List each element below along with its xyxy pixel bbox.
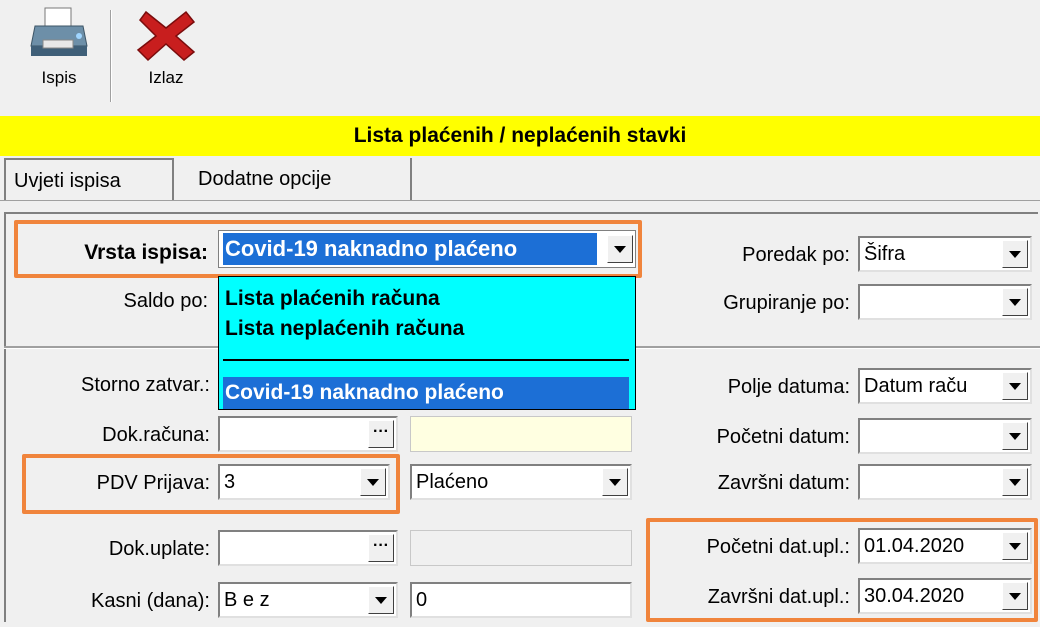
grupiranje-po-label: Grupiranje po: [723, 292, 850, 314]
dok-racuna-desc [410, 416, 632, 452]
dok-racuna-field[interactable]: ··· [218, 416, 398, 452]
pocetni-dat-upl-value: 01.04.2020 [864, 535, 965, 557]
kasni-dana-value: B e z [224, 589, 270, 611]
vrsta-ispisa-select[interactable]: Covid-19 naknadno plaćeno [218, 230, 636, 268]
pocetni-datum-label: Početni datum: [716, 426, 850, 448]
page-title: Lista plaćenih / neplaćenih stavki [0, 116, 1040, 156]
grupiranje-po-select[interactable] [858, 284, 1032, 320]
chevron-down-icon[interactable] [607, 235, 633, 263]
kasni-dana-input[interactable]: 0 [410, 582, 632, 618]
placeno-value: Plaćeno [416, 471, 489, 493]
kasni-num-value: 0 [416, 589, 428, 611]
vrsta-ispisa-value: Covid-19 naknadno plaćeno [223, 233, 597, 265]
dok-uplate-label: Dok.uplate: [108, 538, 210, 560]
option-covid-19[interactable]: Covid-19 naknadno plaćeno [223, 377, 629, 409]
placeno-select[interactable]: Plaćeno [410, 464, 632, 500]
poredak-po-select[interactable]: Šifra [858, 236, 1032, 272]
chevron-down-icon[interactable] [1002, 582, 1028, 610]
polje-datuma-value: Datum raču [864, 375, 968, 397]
polje-datuma-label: Polje datuma: [727, 376, 850, 398]
chevron-down-icon[interactable] [1002, 422, 1028, 450]
tab-uvjeti-ispisa[interactable]: Uvjeti ispisa [4, 158, 174, 200]
dok-racuna-label: Dok.računa: [102, 424, 210, 446]
tab-dodatne-opcije[interactable]: Dodatne opcije [190, 158, 412, 200]
vrsta-ispisa-label: Vrsta ispisa: [84, 241, 208, 264]
print-button[interactable]: Ispis [14, 6, 104, 102]
pocetni-dat-upl-label: Početni dat.upl.: [706, 536, 850, 558]
storno-zatvar-label: Storno zatvar.: [81, 374, 210, 396]
zavrsni-dat-upl-label: Završni dat.upl.: [707, 586, 850, 608]
dok-uplate-field[interactable]: ··· [218, 530, 398, 566]
chevron-down-icon[interactable] [360, 468, 386, 496]
saldo-po-label: Saldo po: [123, 290, 208, 312]
polje-datuma-select[interactable]: Datum raču [858, 368, 1032, 404]
printer-icon [30, 7, 88, 56]
option-lista-neplacenih[interactable]: Lista neplaćenih računa [225, 317, 464, 341]
option-lista-placenih[interactable]: Lista plaćenih računa [225, 287, 440, 311]
vrsta-ispisa-dropdown-list: Lista plaćenih računa Lista neplaćenih r… [218, 276, 636, 410]
pocetni-dat-upl-select[interactable]: 01.04.2020 [858, 528, 1032, 564]
kasni-dana-label: Kasni (dana): [91, 590, 210, 612]
dropdown-separator [223, 359, 629, 361]
zavrsni-datum-label: Završni datum: [717, 472, 850, 494]
zavrsni-datum-select[interactable] [858, 464, 1032, 500]
tab-divider [0, 200, 1040, 201]
kasni-dana-select[interactable]: B e z [218, 582, 398, 618]
lookup-button[interactable]: ··· [368, 420, 394, 448]
dok-uplate-desc [410, 530, 632, 566]
chevron-down-icon[interactable] [1002, 288, 1028, 316]
pdv-prijava-value: 3 [224, 471, 236, 493]
zavrsni-dat-upl-select[interactable]: 30.04.2020 [858, 578, 1032, 614]
chevron-down-icon[interactable] [1002, 240, 1028, 268]
exit-label: Izlaz [148, 68, 184, 87]
print-label: Ispis [41, 68, 77, 87]
toolbar: Ispis Izlaz [0, 0, 1040, 108]
pdv-prijava-select[interactable]: 3 [218, 464, 390, 500]
zavrsni-dat-upl-value: 30.04.2020 [864, 585, 965, 607]
pdv-prijava-label: PDV Prijava: [96, 472, 210, 494]
toolbar-separator [110, 10, 112, 102]
chevron-down-icon[interactable] [368, 586, 394, 614]
chevron-down-icon[interactable] [1002, 468, 1028, 496]
lookup-button[interactable]: ··· [368, 534, 394, 562]
pocetni-datum-select[interactable] [858, 418, 1032, 454]
chevron-down-icon[interactable] [602, 468, 628, 496]
poredak-po-label: Poredak po: [742, 244, 850, 266]
chevron-down-icon[interactable] [1002, 532, 1028, 560]
chevron-down-icon[interactable] [1002, 372, 1028, 400]
exit-button[interactable]: Izlaz [126, 6, 206, 102]
poredak-po-value: Šifra [864, 243, 906, 265]
close-icon [136, 10, 196, 62]
